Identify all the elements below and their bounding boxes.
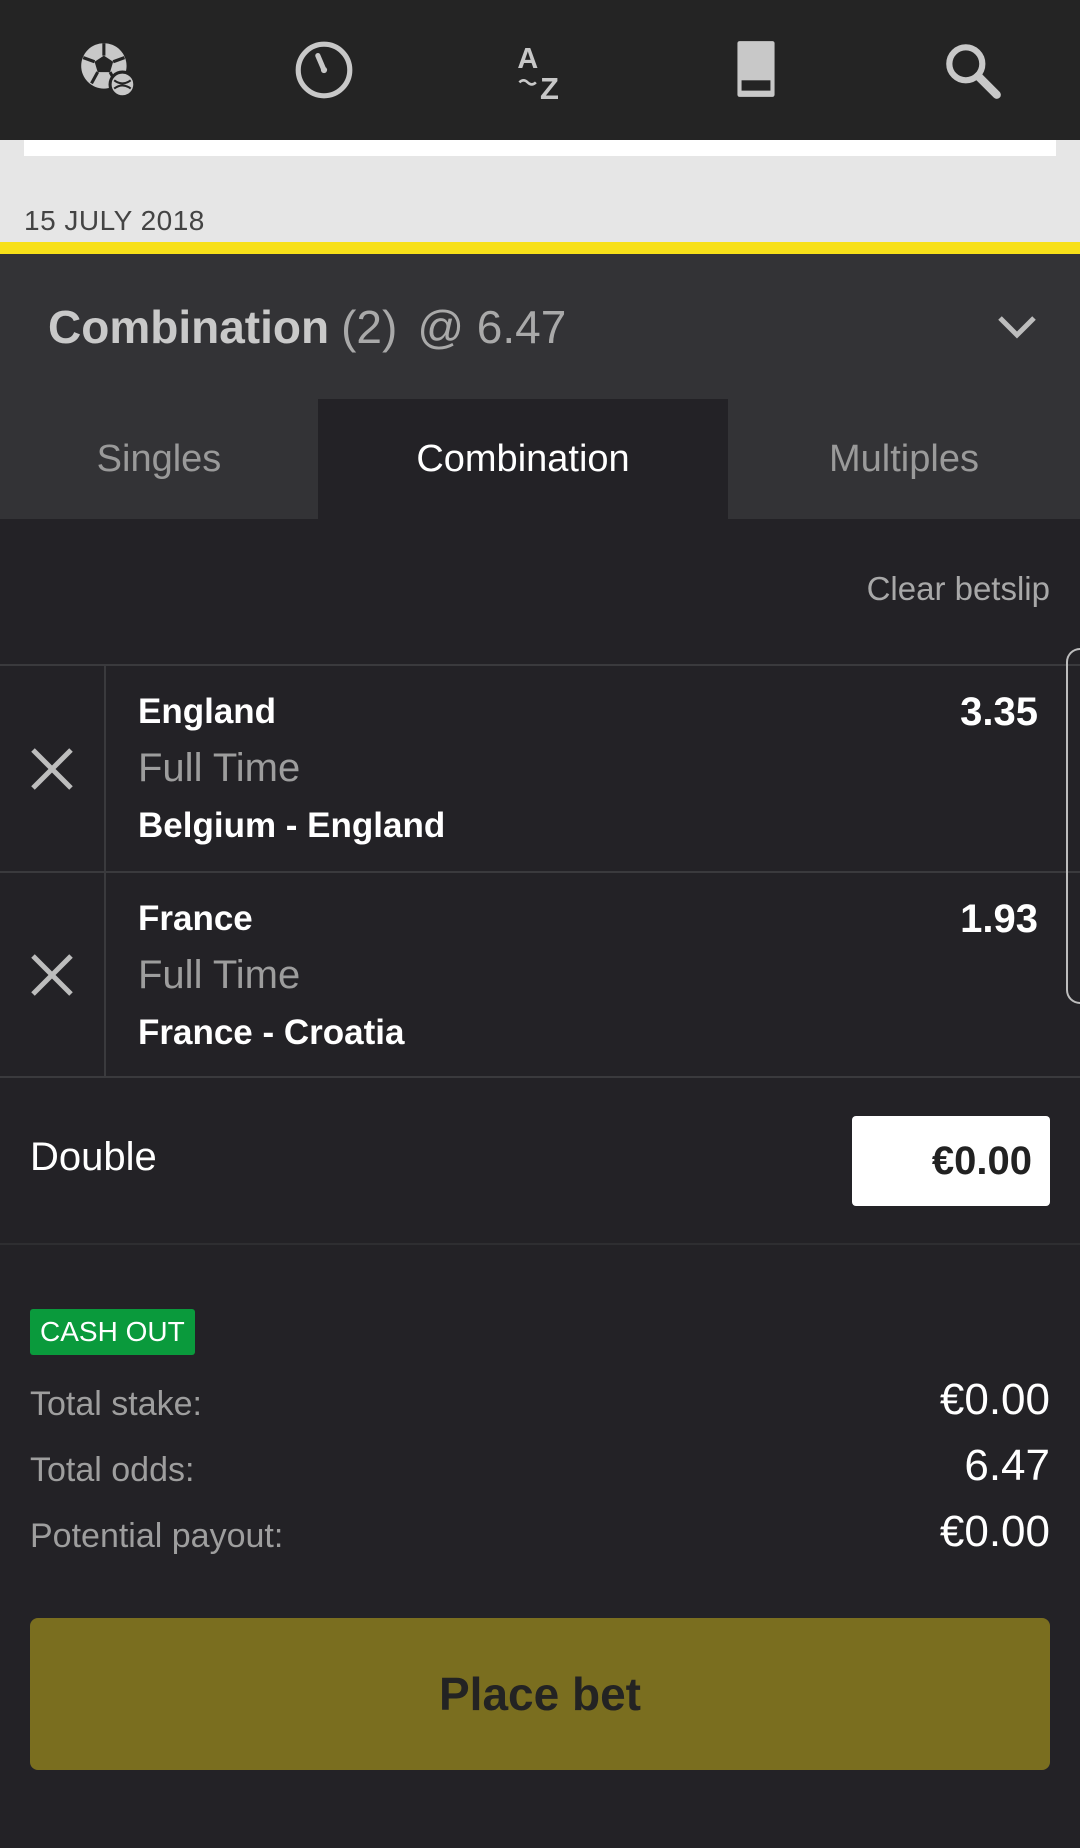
tab-multiples[interactable]: Multiples bbox=[728, 399, 1080, 519]
total-stake-label: Total stake: bbox=[30, 1385, 202, 1423]
date-header: 15 JULY 2018 bbox=[24, 205, 205, 236]
betslip-header[interactable]: Combination (2) @ 6.47 bbox=[0, 254, 1080, 399]
total-stake-row: Total stake: €0.00 bbox=[30, 1375, 1050, 1441]
a-letter: A bbox=[517, 43, 538, 75]
sports-ball-icon[interactable] bbox=[68, 30, 148, 110]
place-bet-button[interactable]: Place bet bbox=[30, 1618, 1050, 1770]
betslip-type: Combination bbox=[48, 300, 330, 353]
selection-market: Full Time bbox=[138, 953, 301, 997]
selection-team: England bbox=[138, 692, 277, 731]
cashout-badge: CASH OUT bbox=[30, 1309, 195, 1355]
total-odds-row: Total odds: 6.47 bbox=[30, 1441, 1050, 1507]
potential-payout-value: €0.00 bbox=[939, 1507, 1050, 1556]
selection-odds: 1.93 bbox=[960, 897, 1038, 941]
double-stake-row: Double bbox=[0, 1080, 1080, 1245]
search-icon[interactable] bbox=[932, 30, 1012, 110]
total-odds-label: Total odds: bbox=[30, 1451, 195, 1489]
clock-icon[interactable] bbox=[284, 30, 364, 110]
a-to-z-icon[interactable]: A Z bbox=[500, 30, 580, 110]
close-icon bbox=[31, 747, 73, 790]
stake-input[interactable] bbox=[852, 1116, 1050, 1206]
double-label: Double bbox=[30, 1135, 157, 1179]
total-odds-value: 6.47 bbox=[964, 1441, 1050, 1490]
potential-payout-row: Potential payout: €0.00 bbox=[30, 1507, 1050, 1573]
selection-market: Full Time bbox=[138, 746, 301, 790]
bet-summary: Total stake: €0.00 Total odds: 6.47 Pote… bbox=[30, 1375, 1050, 1573]
selection-event: France - Croatia bbox=[138, 1013, 405, 1052]
clock-glyph bbox=[295, 41, 353, 99]
sports-ball-glyph bbox=[81, 43, 137, 99]
scrollbar-thumb[interactable] bbox=[1066, 648, 1080, 1004]
selection-odds: 3.35 bbox=[960, 690, 1038, 734]
close-icon bbox=[31, 953, 73, 996]
remove-selection-button[interactable] bbox=[0, 666, 106, 871]
chevron-down-icon[interactable] bbox=[994, 304, 1040, 350]
tab-singles[interactable]: Singles bbox=[0, 399, 318, 519]
total-stake-value: €0.00 bbox=[939, 1375, 1050, 1424]
accent-divider bbox=[0, 242, 1080, 254]
search-glyph bbox=[946, 44, 1001, 99]
top-nav-bar: A Z bbox=[0, 0, 1080, 140]
selection-item: England Full Time Belgium - England 3.35 bbox=[0, 664, 1080, 871]
betslip-icon[interactable] bbox=[716, 30, 796, 110]
content-card-edge bbox=[24, 140, 1056, 156]
a-to-z-glyph: A Z bbox=[517, 43, 559, 103]
z-letter: Z bbox=[540, 71, 559, 103]
potential-payout-label: Potential payout: bbox=[30, 1517, 284, 1555]
betslip-total-odds: @ 6.47 bbox=[417, 300, 567, 353]
bet-type-tabs: Singles Combination Multiples bbox=[0, 399, 1080, 519]
betslip-count: (2) bbox=[341, 300, 398, 353]
betslip-glyph bbox=[737, 41, 775, 97]
tab-combination[interactable]: Combination bbox=[318, 399, 728, 519]
selection-item: France Full Time France - Croatia 1.93 bbox=[0, 871, 1080, 1078]
remove-selection-button[interactable] bbox=[0, 873, 106, 1076]
selection-team: France bbox=[138, 899, 253, 938]
selection-event: Belgium - England bbox=[138, 806, 446, 845]
clear-betslip-link[interactable]: Clear betslip bbox=[867, 570, 1050, 608]
selection-list: England Full Time Belgium - England 3.35… bbox=[0, 664, 1080, 1078]
